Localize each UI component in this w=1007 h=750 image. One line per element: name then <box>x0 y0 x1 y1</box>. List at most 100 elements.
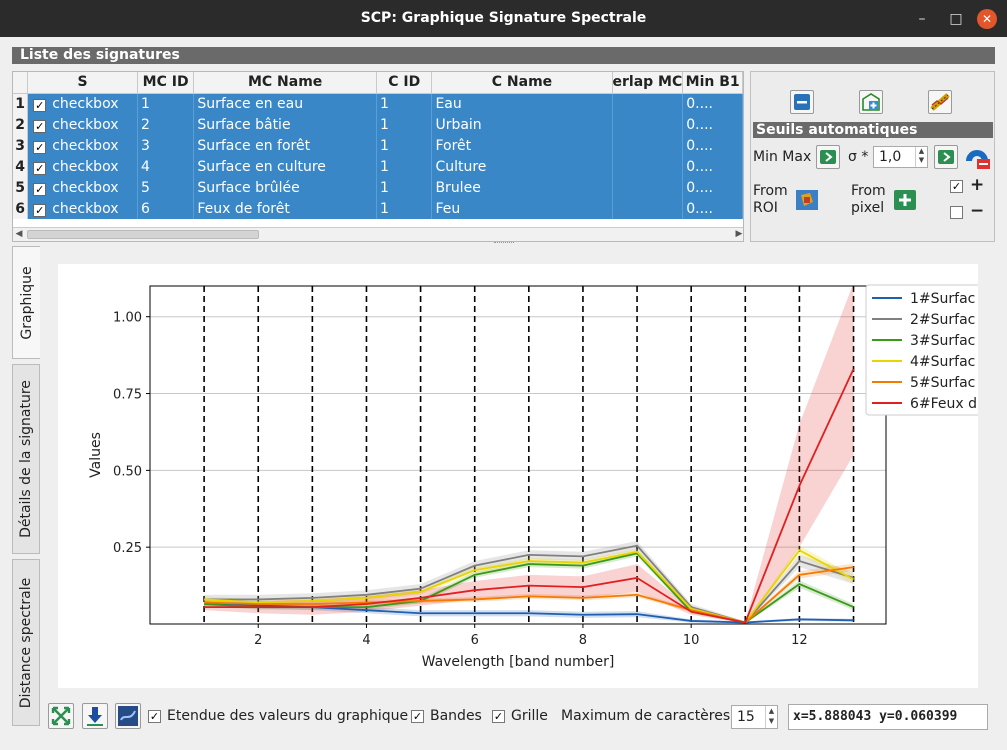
cell-mcid[interactable]: 1 <box>137 93 195 114</box>
cell-s[interactable]: ✓ checkbox <box>27 156 138 177</box>
column-header-mcid[interactable]: MC ID <box>137 72 195 94</box>
tab-graphique[interactable]: Graphique <box>12 246 40 359</box>
cell-minb1[interactable]: 0.... <box>682 177 743 198</box>
splitter-handle[interactable] <box>494 242 514 245</box>
cell-overlap[interactable] <box>612 198 684 219</box>
sigma-apply-button[interactable] <box>934 145 958 169</box>
column-header-cid[interactable]: C ID <box>376 72 433 94</box>
cell-mcname[interactable]: Feux de forêt <box>193 198 377 219</box>
minmax-apply-button[interactable] <box>816 145 840 169</box>
tab-details-signature[interactable]: Détails de la signature <box>12 364 40 554</box>
table-row[interactable]: 1 ✓ checkbox 1 Surface en eau 1 Eau 0.... <box>13 93 743 114</box>
row-checkbox[interactable]: ✓ <box>33 203 47 217</box>
row-number[interactable]: 4 <box>13 156 29 177</box>
row-checkbox[interactable]: ✓ <box>33 140 47 154</box>
close-button[interactable]: ✕ <box>977 9 997 29</box>
row-checkbox[interactable]: ✓ <box>33 98 47 112</box>
cell-overlap[interactable] <box>612 156 684 177</box>
cell-s[interactable]: ✓ checkbox <box>27 177 138 198</box>
row-number[interactable]: 2 <box>13 114 29 135</box>
cell-mcname[interactable]: Surface bâtie <box>193 114 377 135</box>
cell-overlap[interactable] <box>612 135 684 156</box>
cell-cid[interactable]: 1 <box>376 198 433 219</box>
row-checkbox[interactable]: ✓ <box>33 182 47 196</box>
column-header-cname[interactable]: C Name <box>431 72 613 94</box>
remove-signature-button[interactable] <box>790 90 814 114</box>
cell-s[interactable]: ✓ checkbox <box>27 198 138 219</box>
cell-cname[interactable]: Urbain <box>431 114 613 135</box>
row-number[interactable]: 1 <box>13 93 29 114</box>
add-to-catalog-button[interactable] <box>859 90 883 114</box>
row-number[interactable]: 3 <box>13 135 29 156</box>
cell-mcid[interactable]: 5 <box>137 177 195 198</box>
table-row[interactable]: 4 ✓ checkbox 4 Surface en culture 1 Culture 0..… <box>13 156 743 177</box>
cell-cid[interactable]: 1 <box>376 177 433 198</box>
threshold-minus-checkbox[interactable] <box>950 206 963 219</box>
bandes-checkbox[interactable]: ✓ <box>411 710 424 723</box>
cell-s[interactable]: ✓ checkbox <box>27 135 138 156</box>
cell-cname[interactable]: Feu <box>431 198 613 219</box>
scrollbar-thumb[interactable] <box>27 230 259 239</box>
cell-mcid[interactable]: 3 <box>137 135 195 156</box>
tab-distance-spectrale[interactable]: Distance spectrale <box>12 559 40 726</box>
cell-cid[interactable]: 1 <box>376 135 433 156</box>
etendue-checkbox[interactable]: ✓ <box>148 710 161 723</box>
row-checkbox[interactable]: ✓ <box>33 119 47 133</box>
spectral-plot-area[interactable]: 2 4 6 8 10 12 0.25 0.50 0.75 1.00 Wavelength [band… <box>58 264 997 688</box>
cell-s[interactable]: ✓ checkbox <box>27 114 138 135</box>
table-horizontal-scrollbar[interactable]: ◀ ▶ <box>13 227 743 241</box>
sigma-spinbox[interactable]: 1,0 ▲ ▼ <box>873 146 928 168</box>
cell-mcname[interactable]: Surface en culture <box>193 156 377 177</box>
cell-s[interactable]: ✓ checkbox <box>27 93 138 114</box>
cell-mcname[interactable]: Surface brûlée <box>193 177 377 198</box>
maximize-button[interactable]: □ <box>946 9 966 29</box>
cell-mcname[interactable]: Surface en forêt <box>193 135 377 156</box>
from-pixel-button[interactable] <box>892 187 916 211</box>
cell-overlap[interactable] <box>612 114 684 135</box>
cell-mcid[interactable]: 2 <box>137 114 195 135</box>
edit-chart-button[interactable] <box>928 90 952 114</box>
cell-mcid[interactable]: 4 <box>137 156 195 177</box>
cell-mcname[interactable]: Surface en eau <box>193 93 377 114</box>
fit-extent-button[interactable] <box>48 703 74 729</box>
max-characters-spin-arrows[interactable]: ▲ ▼ <box>765 706 777 728</box>
cell-minb1[interactable]: 0.... <box>682 114 743 135</box>
cell-cid[interactable]: 1 <box>376 156 433 177</box>
column-header-minb1[interactable]: Min B1 <box>682 72 743 94</box>
cell-cid[interactable]: 1 <box>376 114 433 135</box>
cell-overlap[interactable] <box>612 177 684 198</box>
row-number[interactable]: 6 <box>13 198 29 219</box>
cell-cname[interactable]: Culture <box>431 156 613 177</box>
cell-mcid[interactable]: 6 <box>137 198 195 219</box>
save-image-button[interactable] <box>115 703 141 729</box>
export-plot-button[interactable] <box>82 703 108 729</box>
cell-cname[interactable]: Brulee <box>431 177 613 198</box>
column-header-mcname[interactable]: MC Name <box>193 72 377 94</box>
cell-minb1[interactable]: 0.... <box>682 135 743 156</box>
threshold-reset-button[interactable] <box>965 145 990 169</box>
grille-checkbox[interactable]: ✓ <box>492 710 505 723</box>
max-characters-spinbox[interactable]: 15 ▲ ▼ <box>731 705 778 729</box>
cell-minb1[interactable]: 0.... <box>682 156 743 177</box>
threshold-plus-checkbox[interactable]: ✓ <box>950 180 963 193</box>
table-row[interactable]: 6 ✓ checkbox 6 Feux de forêt 1 Feu 0.... <box>13 198 743 219</box>
spectral-chart[interactable]: 2 4 6 8 10 12 0.25 0.50 0.75 1.00 Wavelength [band… <box>58 264 997 688</box>
cell-minb1[interactable]: 0.... <box>682 198 743 219</box>
column-header-overlap[interactable]: erlap MC <box>612 72 684 94</box>
cell-cname[interactable]: Eau <box>431 93 613 114</box>
scroll-right-icon[interactable]: ▶ <box>733 228 743 241</box>
scroll-left-icon[interactable]: ◀ <box>13 228 25 241</box>
row-number[interactable]: 5 <box>13 177 29 198</box>
table-row[interactable]: 2 ✓ checkbox 2 Surface bâtie 1 Urbain 0.... <box>13 114 743 135</box>
cell-cname[interactable]: Forêt <box>431 135 613 156</box>
minimize-button[interactable]: – <box>912 9 932 29</box>
column-header-s[interactable]: S <box>27 72 138 94</box>
cell-minb1[interactable]: 0.... <box>682 93 743 114</box>
from-roi-button[interactable] <box>794 187 818 211</box>
cell-cid[interactable]: 1 <box>376 93 433 114</box>
table-row[interactable]: 3 ✓ checkbox 3 Surface en forêt 1 Forêt 0.... <box>13 135 743 156</box>
cell-overlap[interactable] <box>612 93 684 114</box>
sigma-spin-arrows[interactable]: ▲ ▼ <box>915 147 927 167</box>
table-row[interactable]: 5 ✓ checkbox 5 Surface brûlée 1 Brulee 0.... <box>13 177 743 198</box>
row-checkbox[interactable]: ✓ <box>33 161 47 175</box>
